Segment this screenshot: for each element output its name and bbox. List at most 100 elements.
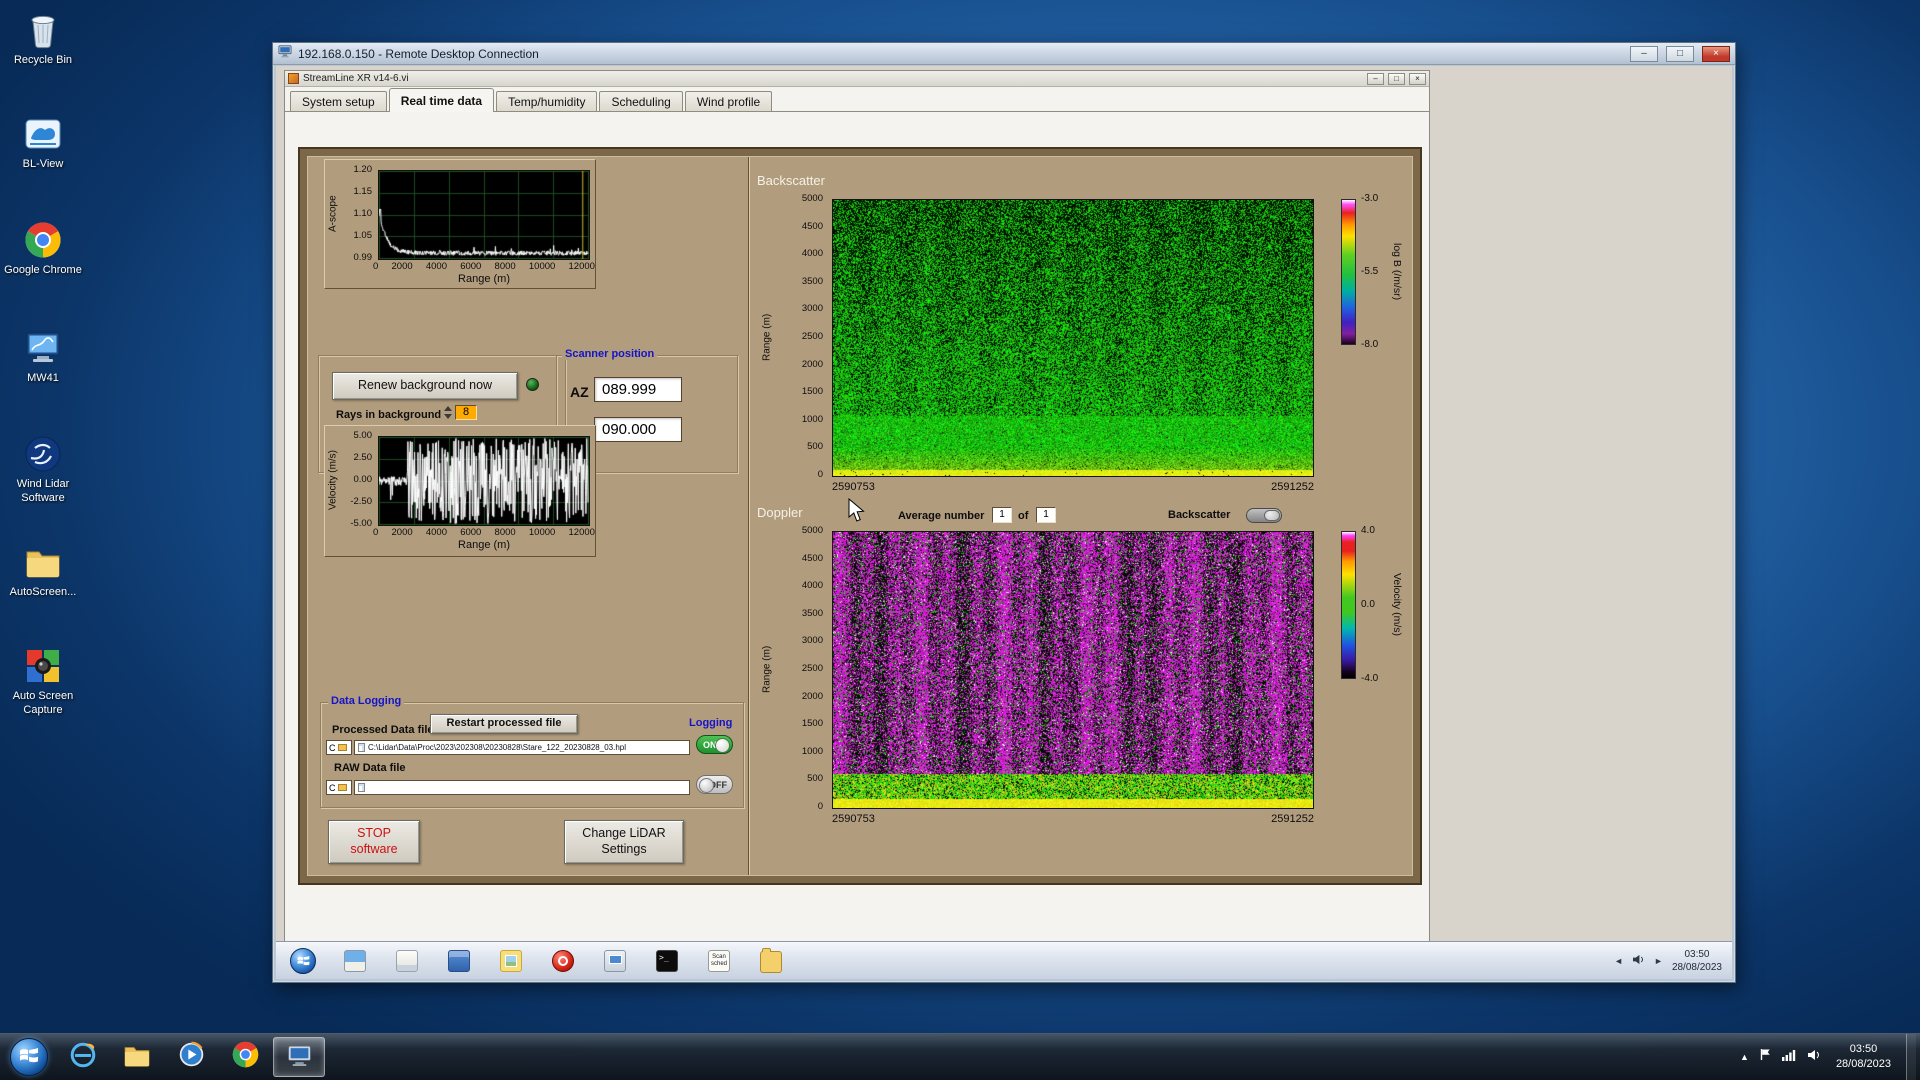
el-value-field[interactable]: 090.000 [594, 417, 682, 442]
start-button[interactable] [10, 1038, 48, 1076]
doppler-colorbar [1341, 531, 1356, 679]
hidden-icons-arrow[interactable]: ▲ [1740, 1052, 1749, 1062]
remote-taskbar-item-snipping-tool[interactable] [600, 946, 630, 976]
desktop-icon-wind-lidar[interactable]: Wind Lidar Software [0, 432, 86, 506]
remote-taskbar-item-calculator[interactable] [444, 946, 474, 976]
recycle-bin-icon [21, 8, 65, 52]
tick-label: 1.20 [354, 164, 373, 176]
velocity-yticks: 5.00 2.50 0.00 -2.50 -5.00 [340, 430, 375, 530]
photo-viewer-icon [500, 950, 522, 972]
desktop: Recycle Bin BL-View Google Chrome MW41 Wind … [0, 0, 1920, 1080]
remote-taskbar-item-power[interactable] [548, 946, 578, 976]
remote-taskbar-item-folder[interactable] [756, 946, 786, 976]
tick-label: 4000 [426, 527, 447, 538]
desktop-icon-recycle-bin[interactable]: Recycle Bin [0, 8, 86, 68]
remote-taskbar-item-scan-sched[interactable]: Scan sched [704, 946, 734, 976]
app-restore-button[interactable]: □ [1388, 73, 1405, 85]
scan-sched-icon: Scan sched [708, 950, 730, 972]
average-number-field[interactable]: 1 [992, 507, 1012, 523]
remote-language-icon[interactable]: ► [1654, 956, 1663, 966]
show-desktop-button[interactable] [1906, 1034, 1916, 1080]
rdp-close-button[interactable]: × [1702, 46, 1730, 62]
taskbar-item-media-player[interactable] [165, 1037, 217, 1077]
tick-label: 3500 [802, 608, 823, 620]
desktop-icon-google-chrome[interactable]: Google Chrome [0, 218, 86, 278]
vi-body: A-scope 1.20 1.15 1.10 1.05 0.99 0 2000 4000 60… [285, 113, 1429, 941]
app-titlebar[interactable]: StreamLine XR v14-6.vi – □ × [285, 71, 1429, 87]
taskbar-item-windows-explorer[interactable] [111, 1037, 163, 1077]
taskbar-item-internet-explorer[interactable] [57, 1037, 109, 1077]
rdp-window-title: 192.168.0.150 - Remote Desktop Connectio… [298, 47, 1622, 61]
tab-wind-profile[interactable]: Wind profile [685, 91, 772, 111]
raw-path-field[interactable] [354, 780, 690, 795]
tab-temp-humidity[interactable]: Temp/humidity [496, 91, 597, 111]
stop-software-button[interactable]: STOP software [328, 820, 420, 864]
remote-start-button[interactable] [288, 946, 318, 976]
doppler-ylabel: Range (m) [760, 531, 774, 807]
change-lidar-settings-button[interactable]: Change LiDAR Settings [564, 820, 684, 864]
chrome-icon [231, 1040, 260, 1074]
raw-logging-toggle[interactable]: OFF [696, 775, 733, 794]
tab-real-time-data[interactable]: Real time data [389, 88, 494, 112]
ascope-xlabel: Range (m) [378, 273, 590, 285]
taskbar-item-remote-desktop[interactable] [273, 1037, 325, 1077]
renew-background-button[interactable]: Renew background now [332, 372, 518, 400]
action-center-flag-icon[interactable] [1760, 1048, 1771, 1066]
tick-label: 1.05 [354, 230, 373, 242]
rays-stepper[interactable] [444, 405, 453, 420]
desktop-icon-autoscreen[interactable]: AutoScreen... [0, 540, 86, 600]
processed-path-field[interactable]: C:\Lidar\Data\Proc\2023\202308\20230828\… [354, 740, 690, 755]
raw-data-file-label: RAW Data file [334, 762, 406, 774]
rdp-maximize-button[interactable]: □ [1666, 46, 1694, 62]
tick-label: 0.0 [1361, 599, 1378, 611]
remote-start-icon [290, 948, 316, 974]
tick-label: -2.50 [350, 496, 372, 508]
restart-processed-file-button[interactable]: Restart processed file [430, 714, 578, 734]
app-minimize-button[interactable]: – [1367, 73, 1384, 85]
remote-hidden-icons-arrow[interactable]: ◄ [1614, 956, 1623, 966]
network-icon[interactable] [1782, 1048, 1796, 1066]
desktop-icon-auto-screen-capture[interactable]: Auto Screen Capture [0, 644, 86, 718]
tick-label: 1.15 [354, 186, 373, 198]
remote-taskbar: >_ Scan sched ◄ ► 03:50 28/08/2023 [276, 941, 1732, 979]
tick-label: -8.0 [1361, 339, 1378, 351]
remote-clock[interactable]: 03:50 28/08/2023 [1672, 948, 1722, 974]
tab-strip: System setup Real time data Temp/humidity S… [285, 87, 1429, 112]
remote-taskbar-item-paint[interactable] [340, 946, 370, 976]
taskbar-clock[interactable]: 03:50 28/08/2023 [1832, 1042, 1895, 1072]
desktop-icon-label: Auto Screen Capture [1, 690, 85, 718]
app-close-button[interactable]: × [1409, 73, 1426, 85]
taskbar-item-chrome[interactable] [219, 1037, 271, 1077]
remote-taskbar-item-photo-viewer[interactable] [496, 946, 526, 976]
tab-scheduling[interactable]: Scheduling [599, 91, 682, 111]
ascope-xticks: 0 2000 4000 6000 8000 10000 12000 [373, 261, 595, 272]
doppler-x-end: 2591252 [1234, 813, 1314, 825]
tick-label: -4.0 [1361, 673, 1378, 685]
tick-label: 6000 [460, 527, 481, 538]
desktop-icon-mw41[interactable]: MW41 [0, 326, 86, 386]
tick-label: 6000 [460, 261, 481, 272]
desktop-icon-bl-view[interactable]: BL-View [0, 112, 86, 172]
app-window: StreamLine XR v14-6.vi – □ × System setu… [284, 70, 1430, 942]
raw-drive-selector[interactable]: C [326, 780, 352, 795]
backscatter-toggle[interactable] [1246, 508, 1282, 523]
processed-logging-toggle[interactable]: ON [696, 735, 733, 754]
tick-label: 4000 [426, 261, 447, 272]
processed-drive-selector[interactable]: C [326, 740, 352, 755]
rays-value-field[interactable]: 8 [455, 405, 477, 420]
ascope-ylabel: A-scope [326, 168, 340, 260]
media-player-icon [177, 1040, 206, 1074]
tick-label: 1500 [802, 386, 823, 398]
average-of-field[interactable]: 1 [1036, 507, 1056, 523]
tab-system-setup[interactable]: System setup [290, 91, 387, 111]
volume-icon[interactable] [1807, 1048, 1821, 1066]
remote-volume-icon[interactable] [1632, 952, 1645, 970]
rdp-titlebar[interactable]: 192.168.0.150 - Remote Desktop Connectio… [273, 43, 1735, 65]
rdp-minimize-button[interactable]: – [1630, 46, 1658, 62]
tick-label: 0 [373, 261, 378, 272]
remote-taskbar-item-console[interactable]: >_ [652, 946, 682, 976]
az-value-field[interactable]: 089.999 [594, 377, 682, 402]
remote-desktop-icon [286, 1041, 313, 1073]
file-icon [358, 783, 365, 792]
remote-taskbar-item-journal[interactable] [392, 946, 422, 976]
